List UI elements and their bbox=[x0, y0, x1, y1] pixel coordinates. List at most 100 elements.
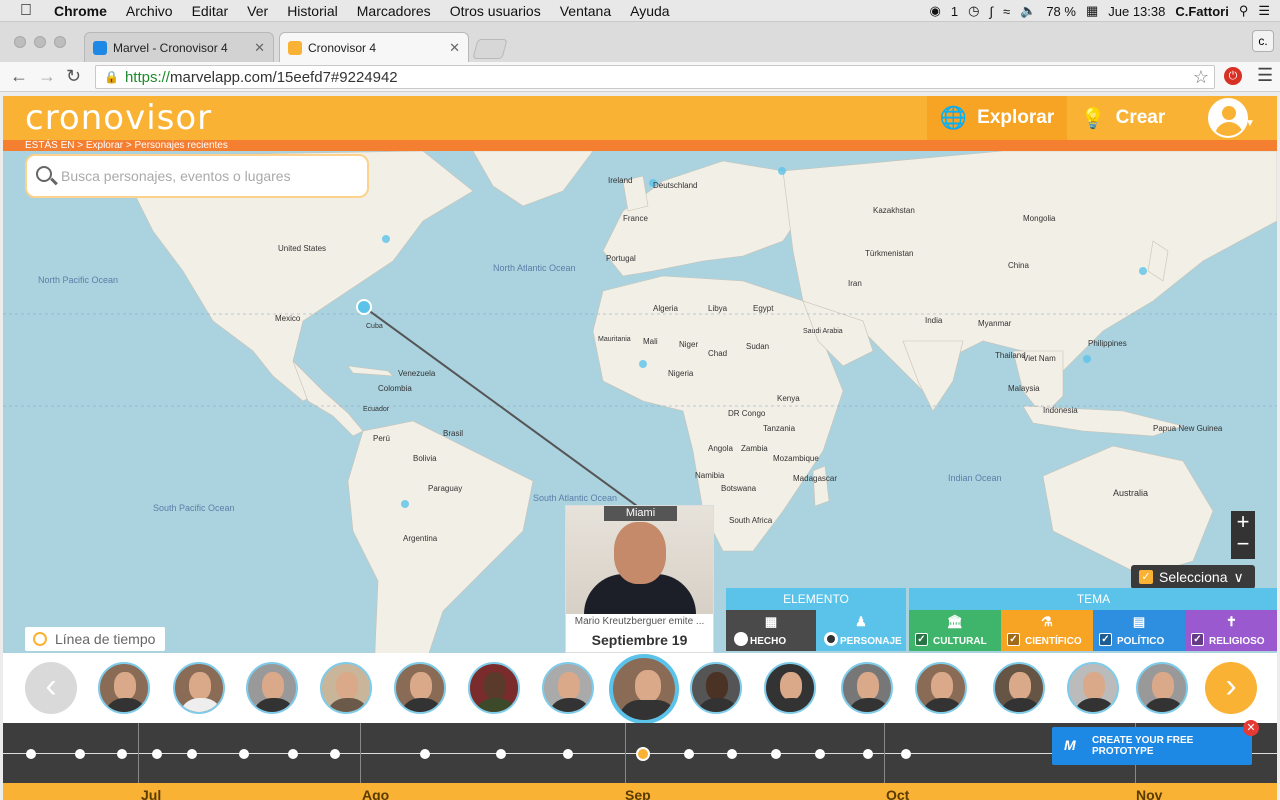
checkbox-checked-icon[interactable]: ✓ bbox=[1191, 633, 1204, 646]
person-avatar-selected[interactable] bbox=[609, 654, 679, 724]
menu-archivo[interactable]: Archivo bbox=[126, 3, 173, 19]
record-icon[interactable]: ◉ bbox=[930, 3, 941, 19]
filter-hecho[interactable]: ▦ HECHO bbox=[726, 610, 816, 651]
person-avatar[interactable] bbox=[1136, 662, 1188, 714]
checkbox-checked-icon[interactable]: ✓ bbox=[1007, 633, 1020, 646]
tab-cronovisor[interactable]: Cronovisor 4 ✕ bbox=[279, 32, 469, 62]
timeline-event-dot[interactable] bbox=[117, 749, 127, 759]
selecciona-dropdown[interactable]: ✓ Selecciona ∨ bbox=[1131, 565, 1255, 589]
menu-ayuda[interactable]: Ayuda bbox=[630, 3, 669, 19]
spotlight-icon[interactable]: ⚲ bbox=[1239, 3, 1249, 19]
timeline-event-dot[interactable] bbox=[563, 749, 573, 759]
month-label[interactable]: Jul bbox=[141, 787, 161, 800]
timeline-event-dot[interactable] bbox=[75, 749, 85, 759]
timeline-event-dot[interactable] bbox=[901, 749, 911, 759]
person-avatar[interactable] bbox=[320, 662, 372, 714]
tab-marvel[interactable]: Marvel - Cronovisor 4 ✕ bbox=[84, 32, 274, 62]
month-label[interactable]: Ago bbox=[362, 787, 389, 800]
timeline-event-dot[interactable] bbox=[815, 749, 825, 759]
search-icon[interactable] bbox=[36, 166, 52, 182]
window-minimize-button[interactable] bbox=[34, 36, 46, 48]
menu-otros-usuarios[interactable]: Otros usuarios bbox=[450, 3, 541, 19]
checkbox-checked-icon[interactable]: ✓ bbox=[1099, 633, 1112, 646]
close-tab-icon[interactable]: ✕ bbox=[254, 40, 265, 56]
event-card[interactable]: Miami Mario Kreutzberguer emite ... Sept… bbox=[565, 505, 714, 653]
reload-icon[interactable]: ↻ bbox=[66, 66, 81, 87]
carousel-next-button[interactable]: › bbox=[1205, 662, 1257, 714]
radio-off-icon[interactable] bbox=[734, 632, 748, 646]
zoom-in-button[interactable]: + bbox=[1231, 511, 1255, 533]
month-label[interactable]: Oct bbox=[886, 787, 909, 800]
person-avatar[interactable] bbox=[1067, 662, 1119, 714]
timeline-event-dot[interactable] bbox=[684, 749, 694, 759]
filter-politico[interactable]: ▤ ✓ POLÍTICO bbox=[1093, 610, 1185, 651]
timeline-event-dot[interactable] bbox=[420, 749, 430, 759]
person-avatar[interactable] bbox=[764, 662, 816, 714]
menu-editar[interactable]: Editar bbox=[192, 3, 229, 19]
person-avatar[interactable] bbox=[690, 662, 742, 714]
timeline-event-dot[interactable] bbox=[288, 749, 298, 759]
filter-personaje[interactable]: ♟ PERSONAJE bbox=[816, 610, 906, 651]
filter-cultural[interactable]: 🏛 ✓ CULTURAL bbox=[909, 610, 1001, 651]
nav-crear-button[interactable]: 💡 Crear bbox=[1069, 96, 1177, 140]
close-icon[interactable]: ✕ bbox=[1243, 720, 1259, 736]
timeline-event-dot[interactable] bbox=[771, 749, 781, 759]
filter-religioso[interactable]: ✝ ✓ RELIGIOSO bbox=[1185, 610, 1277, 651]
nav-explorar-button[interactable]: 🌐 Explorar bbox=[927, 96, 1067, 140]
back-icon[interactable]: ← bbox=[10, 66, 28, 87]
menu-historial[interactable]: Historial bbox=[287, 3, 338, 19]
menu-app-name[interactable]: Chrome bbox=[54, 3, 107, 19]
new-tab-button[interactable] bbox=[472, 39, 508, 59]
cronovisor-logo[interactable]: cronovisor bbox=[25, 98, 212, 138]
window-close-button[interactable] bbox=[14, 36, 26, 48]
window-zoom-button[interactable] bbox=[54, 36, 66, 48]
checkbox-checked-icon[interactable]: ✓ bbox=[1139, 570, 1153, 584]
profile-button[interactable]: c. bbox=[1252, 30, 1274, 52]
apple-icon[interactable]:  bbox=[20, 2, 38, 20]
wifi-icon[interactable]: ≈ bbox=[1003, 4, 1010, 19]
radio-on-icon[interactable] bbox=[824, 632, 838, 646]
time-machine-icon[interactable]: ◷ bbox=[968, 3, 979, 19]
person-avatar[interactable] bbox=[173, 662, 225, 714]
volume-icon[interactable]: 🔈 bbox=[1020, 3, 1036, 19]
bookmark-star-icon[interactable]: ☆ bbox=[1193, 67, 1209, 88]
close-tab-icon[interactable]: ✕ bbox=[449, 40, 460, 56]
timeline-event-dot[interactable] bbox=[239, 749, 249, 759]
timeline-toggle[interactable]: Línea de tiempo bbox=[25, 627, 165, 651]
user-name[interactable]: C.Fattori bbox=[1175, 4, 1228, 19]
notification-center-icon[interactable]: ☰ bbox=[1258, 3, 1270, 19]
chevron-down-icon[interactable]: ▼ bbox=[1245, 118, 1255, 129]
address-bar[interactable]: 🔒 https:// marvelapp.com/15eefd7#9224942… bbox=[95, 65, 1215, 89]
person-avatar[interactable] bbox=[915, 662, 967, 714]
menu-marcadores[interactable]: Marcadores bbox=[357, 3, 431, 19]
calendar-icon[interactable]: ▦ bbox=[1086, 3, 1098, 19]
marvel-prototype-cta[interactable]: M CREATE YOUR FREE PROTOTYPE bbox=[1052, 727, 1252, 765]
zoom-out-button[interactable]: − bbox=[1231, 533, 1255, 555]
person-avatar[interactable] bbox=[993, 662, 1045, 714]
chrome-menu-icon[interactable]: ☰ bbox=[1257, 65, 1273, 86]
timeline-event-dot-selected[interactable] bbox=[636, 747, 650, 761]
timeline-event-dot[interactable] bbox=[152, 749, 162, 759]
timeline-event-dot[interactable] bbox=[727, 749, 737, 759]
timeline-event-dot[interactable] bbox=[863, 749, 873, 759]
person-avatar[interactable] bbox=[98, 662, 150, 714]
menu-ventana[interactable]: Ventana bbox=[560, 3, 611, 19]
person-avatar[interactable] bbox=[394, 662, 446, 714]
month-label[interactable]: Nov bbox=[1136, 787, 1162, 800]
carousel-prev-button[interactable]: ‹ bbox=[25, 662, 77, 714]
forward-icon[interactable]: → bbox=[38, 66, 56, 87]
clock[interactable]: Jue 13:38 bbox=[1108, 4, 1165, 19]
search-input[interactable]: Busca personajes, eventos o lugares bbox=[25, 154, 369, 198]
extension-icon[interactable]: ⏻ bbox=[1224, 67, 1242, 85]
timeline-event-dot[interactable] bbox=[26, 749, 36, 759]
timeline-event-dot[interactable] bbox=[330, 749, 340, 759]
month-label[interactable]: Sep bbox=[625, 787, 651, 800]
person-avatar[interactable] bbox=[246, 662, 298, 714]
menu-ver[interactable]: Ver bbox=[247, 3, 268, 19]
lock-icon[interactable]: 🔒 bbox=[104, 70, 119, 84]
notification-count[interactable]: 1 bbox=[951, 4, 958, 19]
user-avatar[interactable] bbox=[1208, 98, 1248, 138]
filter-cientifico[interactable]: ⚗ ✓ CIENTÍFICO bbox=[1001, 610, 1093, 651]
person-avatar[interactable] bbox=[841, 662, 893, 714]
battery-text[interactable]: 78 % bbox=[1046, 4, 1076, 19]
